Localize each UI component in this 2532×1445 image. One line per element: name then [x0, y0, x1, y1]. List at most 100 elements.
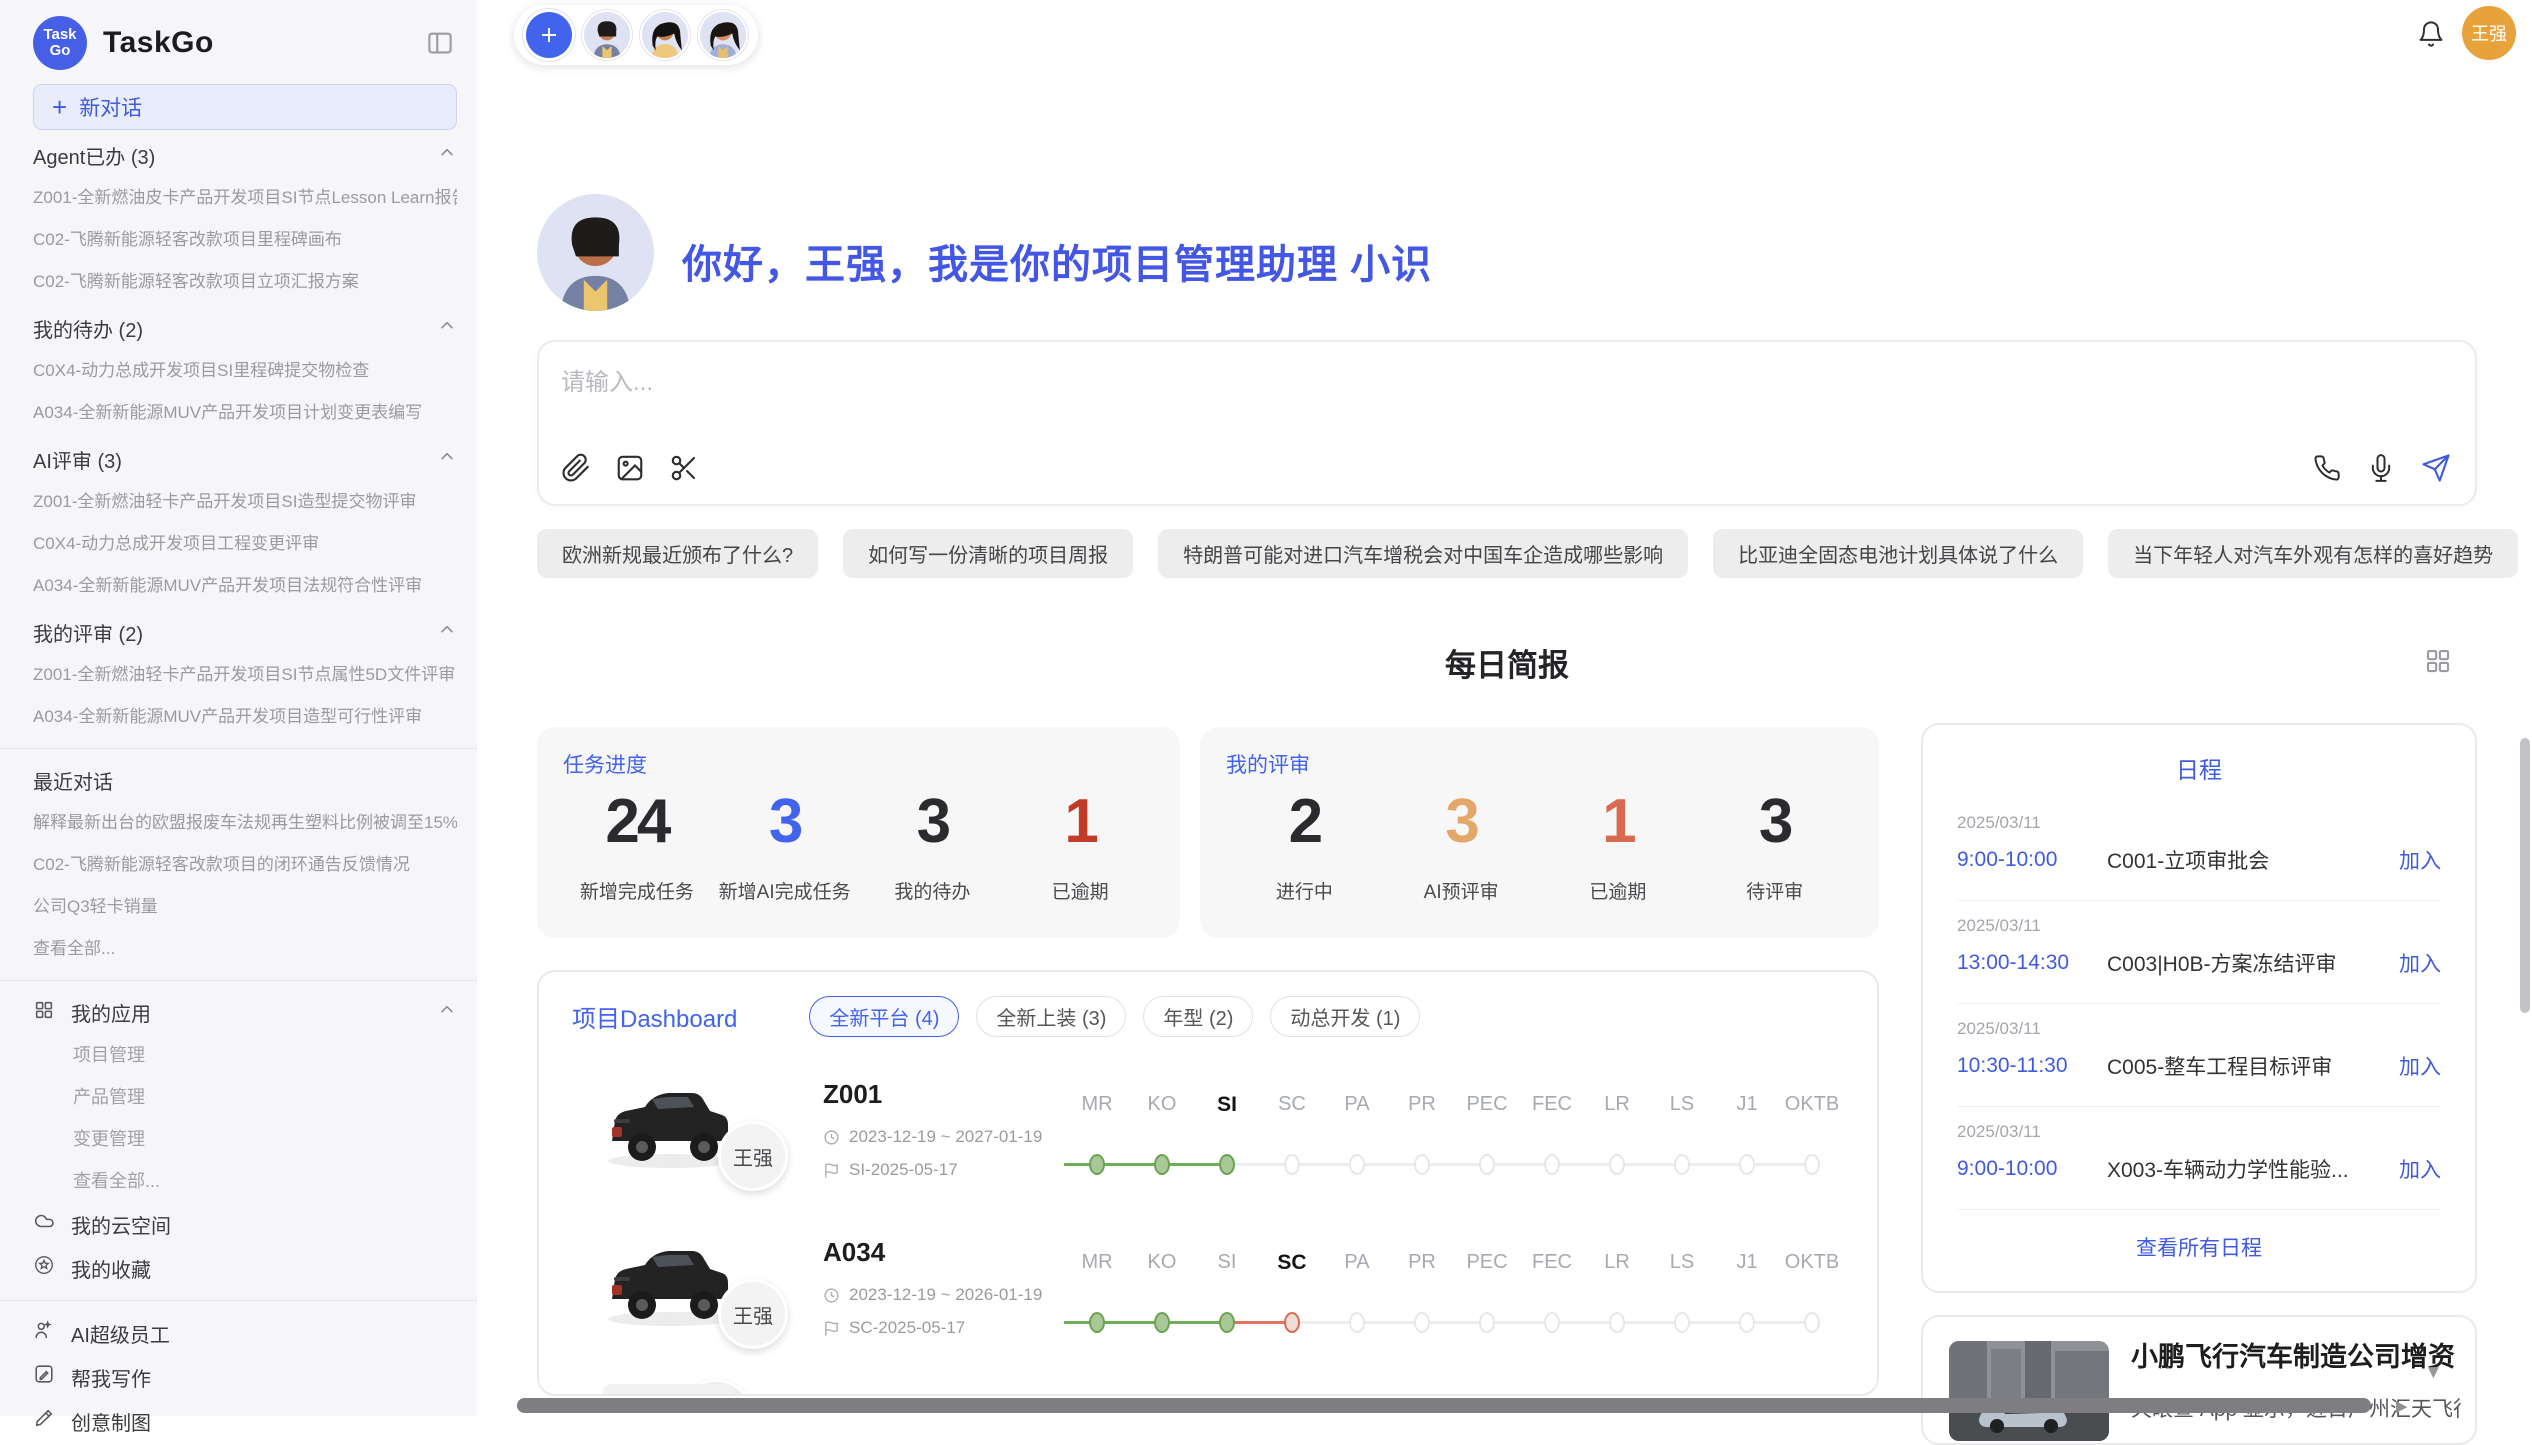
milestone-label: SI	[1194, 1251, 1260, 1274]
scroll-down-arrow[interactable]: ▼	[2424, 1362, 2443, 1384]
dashboard-tabs: 全新平台 (4) 全新上装 (3) 年型 (2) 动总开发 (1)	[809, 996, 1420, 1037]
paperclip-icon[interactable]	[561, 453, 591, 488]
recent-chat-item[interactable]: 解释最新出台的欧盟报废车法规再生塑料比例被调至15%...	[33, 802, 457, 844]
team-icon	[33, 1319, 71, 1347]
chat-input[interactable]: 请输入...	[561, 362, 653, 397]
sidebar-tool-item[interactable]: 帮我写作	[33, 1355, 457, 1399]
send-icon[interactable]	[2421, 453, 2451, 488]
milestone-dot	[1414, 1312, 1430, 1333]
image-icon[interactable]	[615, 453, 645, 488]
sidebar-group-header[interactable]: Agent已办 (3)	[33, 134, 457, 177]
project-row: 王强Z0012023-12-19 ~ 2027-01-19SI-2025-05-…	[539, 1069, 1877, 1219]
dashboard-tab[interactable]: 全新平台 (4)	[809, 996, 959, 1037]
timeline-segment	[1552, 1163, 1617, 1166]
sidebar-link-label: 我的云空间	[71, 1210, 171, 1239]
notification-bell-icon[interactable]	[2417, 20, 2445, 53]
app-item[interactable]: 项目管理	[33, 1034, 457, 1076]
schedule-list: 2025/03/119:00-10:00C001-立项审批会加入2025/03/…	[1957, 785, 2441, 1210]
milestone-label: SC	[1259, 1251, 1325, 1275]
sidebar-item[interactable]: Z001-全新燃油皮卡产品开发项目SI节点Lesson Learn报告	[33, 177, 457, 219]
sidebar-group-header[interactable]: AI评审 (3)	[33, 438, 457, 481]
stat-value: 3	[859, 789, 1007, 855]
milestone-dot	[1349, 1154, 1365, 1175]
agent-avatar-1[interactable]	[584, 12, 630, 58]
divider	[0, 748, 477, 749]
dashboard-tab[interactable]: 全新上装 (3)	[976, 996, 1126, 1037]
recent-chat-item[interactable]: 公司Q3轻卡销量	[33, 886, 457, 928]
suggestion-chip[interactable]: 欧洲新规最近颁布了什么?	[537, 529, 818, 578]
milestone-dot	[1609, 1312, 1625, 1333]
milestone-label: KO	[1129, 1093, 1195, 1116]
app-item[interactable]: 查看全部...	[33, 1160, 457, 1202]
milestone-dot	[1609, 1154, 1625, 1175]
stat-label: 我的待办	[859, 877, 1007, 904]
flag-icon	[823, 1162, 840, 1179]
new-session-button[interactable]	[526, 12, 572, 58]
timeline-segment	[1097, 1163, 1162, 1166]
project-flag: SI-2025-05-17	[823, 1160, 958, 1180]
flag-icon	[823, 1320, 840, 1337]
user-avatar[interactable]: 王强	[2462, 6, 2516, 60]
horizontal-scrollbar-thumb[interactable]	[517, 1398, 2371, 1413]
sidebar-link-star-badge[interactable]: 我的收藏	[33, 1246, 457, 1290]
app-item[interactable]: 变更管理	[33, 1118, 457, 1160]
view-all-chats-link[interactable]: 查看全部...	[33, 928, 457, 970]
sidebar-item[interactable]: C0X4-动力总成开发项目SI里程碑提交物检查	[33, 350, 457, 392]
sidebar-tool-item[interactable]: AI超级员工	[33, 1311, 457, 1355]
agent-avatar-2[interactable]	[642, 12, 688, 58]
sidebar-item[interactable]: Z001-全新燃油轻卡产品开发项目SI节点属性5D文件评审	[33, 654, 457, 696]
sidebar-tool-label: 创意制图	[71, 1407, 151, 1436]
sidebar-item[interactable]: C02-飞腾新能源轻客改款项目立项汇报方案	[33, 261, 457, 303]
sidebar-item[interactable]: C0X4-动力总成开发项目工程变更评审	[33, 523, 457, 565]
join-link[interactable]: 加入	[2399, 1154, 2441, 1184]
phone-icon[interactable]	[2313, 454, 2341, 487]
scissors-icon[interactable]	[669, 453, 699, 488]
sidebar-item[interactable]: A034-全新新能源MUV产品开发项目造型可行性评审	[33, 696, 457, 738]
suggestion-chip[interactable]: 当下年轻人对汽车外观有怎样的喜好趋势	[2108, 529, 2518, 578]
milestone-dot	[1804, 1154, 1820, 1175]
sidebar-item[interactable]: A034-全新新能源MUV产品开发项目计划变更表编写	[33, 392, 457, 434]
sidebar-link-cloud[interactable]: 我的云空间	[33, 1202, 457, 1246]
mic-icon[interactable]	[2367, 454, 2395, 487]
stat-value: 1	[1540, 789, 1697, 855]
timeline-segment	[1292, 1163, 1357, 1166]
news-card[interactable]: 小鹏飞行汽车制造公司增资 天眼查 App 显示，近日广州汇天飞行汽	[1921, 1315, 2477, 1445]
sidebar-group-header[interactable]: 我的待办 (2)	[33, 307, 457, 350]
sidebar-item[interactable]: Z001-全新燃油轻卡产品开发项目SI造型提交物评审	[33, 481, 457, 523]
app-item[interactable]: 产品管理	[33, 1076, 457, 1118]
milestone-dot	[1089, 1312, 1105, 1333]
sidebar-item[interactable]: C02-飞腾新能源轻客改款项目里程碑画布	[33, 219, 457, 261]
suggestion-chip[interactable]: 比亚迪全固态电池计划具体说了什么	[1713, 529, 2083, 578]
project-flag-text: SI-2025-05-17	[849, 1160, 958, 1180]
timeline-segment	[1422, 1321, 1487, 1324]
my-apps-header[interactable]: 我的应用	[33, 991, 457, 1034]
new-chat-button[interactable]: + 新对话	[33, 84, 457, 130]
suggestion-chip[interactable]: 特朗普可能对进口汽车增税会对中国车企造成哪些影响	[1158, 529, 1688, 578]
sidebar-item[interactable]: A034-全新新能源MUV产品开发项目法规符合性评审	[33, 565, 457, 607]
chat-composer: 请输入...	[537, 340, 2477, 506]
agent-avatar-3[interactable]	[700, 12, 746, 58]
stat-item: 3AI预评审	[1383, 789, 1540, 904]
vertical-scrollbar-thumb[interactable]	[2520, 738, 2530, 1013]
sidebar-header: Task Go TaskGo	[33, 14, 457, 72]
clock-icon	[823, 1129, 840, 1146]
milestone-dot	[1544, 1154, 1560, 1175]
panel-collapse-icon[interactable]	[425, 28, 455, 63]
stat-item: 3待评审	[1696, 789, 1853, 904]
join-link[interactable]: 加入	[2399, 1051, 2441, 1081]
suggestion-chip[interactable]: 如何写一份清晰的项目周报	[843, 529, 1133, 578]
dashboard-tab[interactable]: 动总开发 (1)	[1270, 996, 1420, 1037]
scroll-right-arrow[interactable]: ▶	[2396, 1397, 2408, 1415]
join-link[interactable]: 加入	[2399, 948, 2441, 978]
join-link[interactable]: 加入	[2399, 845, 2441, 875]
sidebar-group-header[interactable]: 我的评审 (2)	[33, 611, 457, 654]
grid-icon[interactable]	[2423, 646, 2453, 681]
milestone-label: MR	[1064, 1093, 1130, 1116]
dashboard-tab[interactable]: 年型 (2)	[1143, 996, 1253, 1037]
divider	[0, 980, 477, 981]
sidebar-tool-item[interactable]: 创意制图	[33, 1399, 457, 1443]
schedule-time: 9:00-10:00	[1957, 1157, 2107, 1181]
recent-chat-item[interactable]: C02-飞腾新能源轻客改款项目的闭环通告反馈情况	[33, 844, 457, 886]
view-all-schedule-link[interactable]: 查看所有日程	[1957, 1232, 2441, 1262]
stat-value: 3	[1383, 789, 1540, 855]
